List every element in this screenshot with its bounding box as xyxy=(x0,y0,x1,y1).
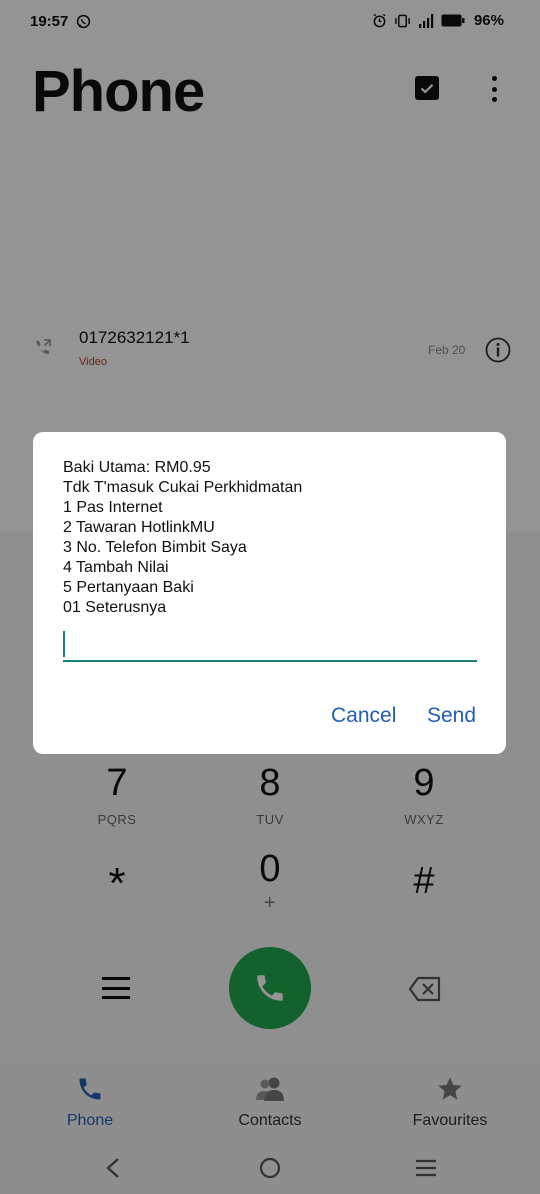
send-button[interactable]: Send xyxy=(427,704,476,728)
ussd-response-input[interactable] xyxy=(63,628,477,662)
cancel-button[interactable]: Cancel xyxy=(331,704,396,728)
ussd-message: Baki Utama: RM0.95 Tdk T'masuk Cukai Per… xyxy=(63,459,303,616)
ussd-dialog: Baki Utama: RM0.95 Tdk T'masuk Cukai Per… xyxy=(33,432,506,754)
